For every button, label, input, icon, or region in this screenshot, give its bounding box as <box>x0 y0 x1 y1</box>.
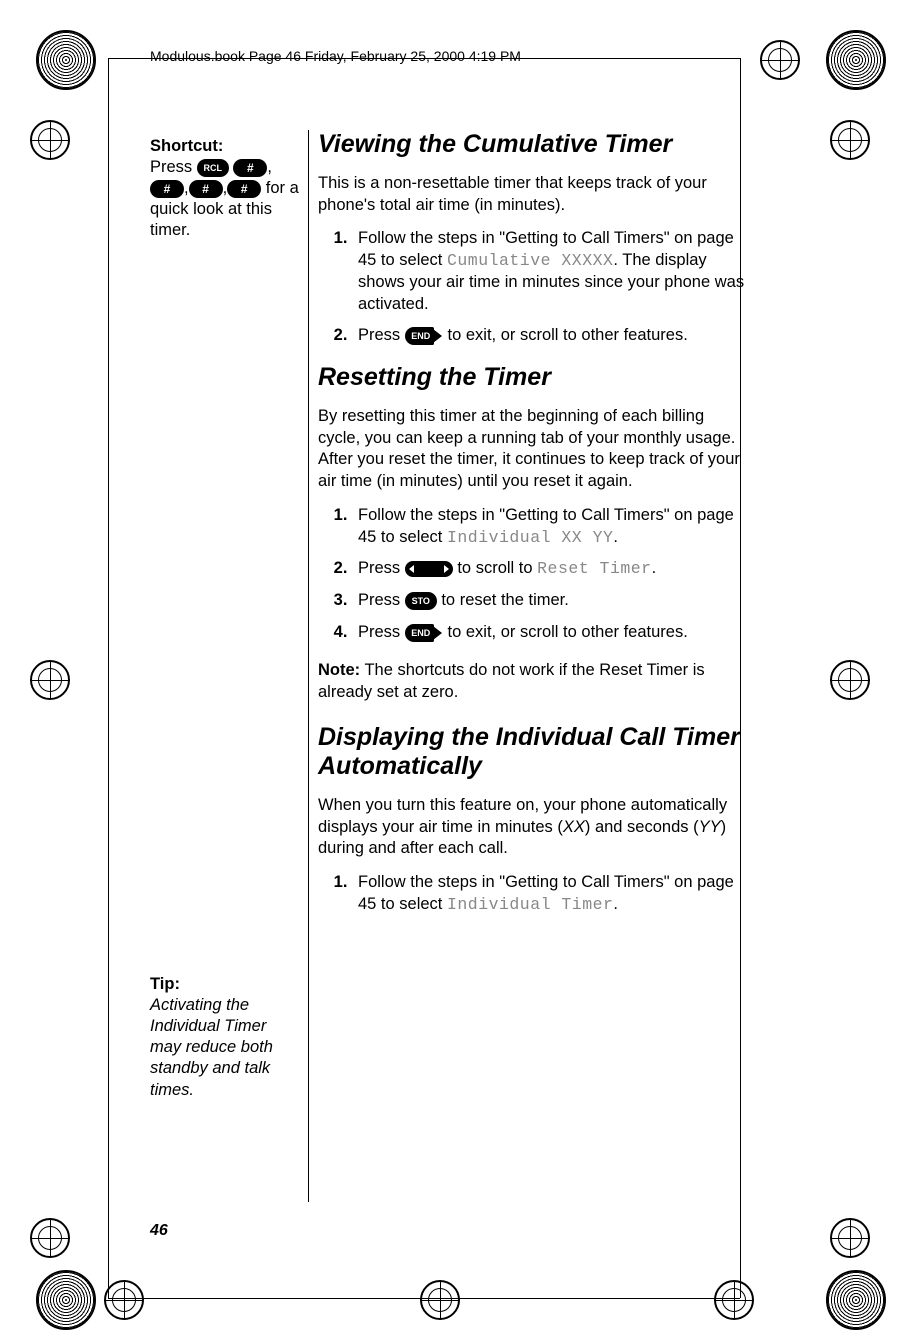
shortcut-press: Press <box>150 158 197 176</box>
tip-label: Tip: <box>150 975 180 993</box>
step-text: to scroll to <box>453 559 537 577</box>
column-divider <box>308 130 309 1202</box>
registration-mark-icon <box>826 1270 886 1330</box>
step-item: Follow the steps in "Getting to Call Tim… <box>352 505 748 549</box>
scroll-key-icon <box>405 561 453 577</box>
step-text: Press <box>358 559 405 577</box>
target-mark-icon <box>30 120 70 160</box>
step-text: Press <box>358 623 405 641</box>
end-key-icon: END <box>405 327 434 345</box>
lcd-text: Individual XX YY <box>447 528 613 547</box>
registration-mark-icon <box>826 30 886 90</box>
italic-var: XX <box>563 818 585 836</box>
target-mark-icon <box>420 1280 460 1320</box>
book-header: Modulous.book Page 46 Friday, February 2… <box>150 48 521 64</box>
rcl-key-icon: RCL <box>197 159 229 177</box>
cumulative-intro: This is a non-resettable timer that keep… <box>318 173 748 217</box>
step-item: Press END to exit, or scroll to other fe… <box>352 622 748 644</box>
shortcut-box: Shortcut: Press RCL #, #,#,# for a quick… <box>150 136 300 242</box>
hash-key-icon: # <box>233 159 267 177</box>
lcd-text: Cumulative XXXXX <box>447 251 613 270</box>
reset-note: Note: The shortcuts do not work if the R… <box>318 660 748 704</box>
resetting-intro: By resetting this timer at the beginning… <box>318 406 748 493</box>
registration-mark-icon <box>36 1270 96 1330</box>
hash-key-icon: # <box>227 180 261 198</box>
target-mark-icon <box>714 1280 754 1320</box>
step-item: Follow the steps in "Getting to Call Tim… <box>352 872 748 916</box>
section-title-cumulative: Viewing the Cumulative Timer <box>318 130 748 159</box>
tip-box: Tip: Activating the Individual Timer may… <box>150 974 300 1101</box>
step-text: to reset the timer. <box>437 591 569 609</box>
target-mark-icon <box>830 1218 870 1258</box>
tip-body: Activating the Individual Timer may redu… <box>150 996 273 1098</box>
shortcut-label: Shortcut: <box>150 137 223 155</box>
step-item: Press STO to reset the timer. <box>352 590 748 612</box>
target-mark-icon <box>830 120 870 160</box>
individual-intro: When you turn this feature on, your phon… <box>318 795 748 860</box>
body-text: ) and seconds ( <box>585 818 699 836</box>
target-mark-icon <box>830 660 870 700</box>
note-label: Note: <box>318 661 360 679</box>
target-mark-icon <box>760 40 800 80</box>
resetting-steps: Follow the steps in "Getting to Call Tim… <box>318 505 748 644</box>
registration-mark-icon <box>36 30 96 90</box>
step-item: Press END to exit, or scroll to other fe… <box>352 325 748 347</box>
section-title-individual: Displaying the Individual Call Timer Aut… <box>318 723 748 781</box>
lcd-text: Individual Timer <box>447 895 613 914</box>
step-text: . <box>613 528 618 546</box>
page-number: 46 <box>150 1222 168 1240</box>
note-body: The shortcuts do not work if the Reset T… <box>318 661 705 701</box>
hash-key-icon: # <box>150 180 184 198</box>
step-item: Follow the steps in "Getting to Call Tim… <box>352 228 748 315</box>
target-mark-icon <box>104 1280 144 1320</box>
step-item: Press to scroll to Reset Timer. <box>352 558 748 580</box>
step-text: to exit, or scroll to other features. <box>443 326 688 344</box>
step-text: . <box>652 559 657 577</box>
step-text: to exit, or scroll to other features. <box>443 623 688 641</box>
lcd-text: Reset Timer <box>537 559 651 578</box>
italic-var: YY <box>699 818 721 836</box>
sto-key-icon: STO <box>405 592 437 610</box>
step-text: Press <box>358 591 405 609</box>
cumulative-steps: Follow the steps in "Getting to Call Tim… <box>318 228 748 347</box>
step-text: Press <box>358 326 405 344</box>
sidebar-column: Shortcut: Press RCL #, #,#,# for a quick… <box>150 130 300 242</box>
target-mark-icon <box>30 1218 70 1258</box>
step-text: . <box>613 895 618 913</box>
main-column: Viewing the Cumulative Timer This is a n… <box>318 130 748 932</box>
end-key-icon: END <box>405 624 434 642</box>
target-mark-icon <box>30 660 70 700</box>
hash-key-icon: # <box>189 180 223 198</box>
individual-steps: Follow the steps in "Getting to Call Tim… <box>318 872 748 916</box>
crop-rule-left <box>108 58 109 1298</box>
section-title-resetting: Resetting the Timer <box>318 363 748 392</box>
